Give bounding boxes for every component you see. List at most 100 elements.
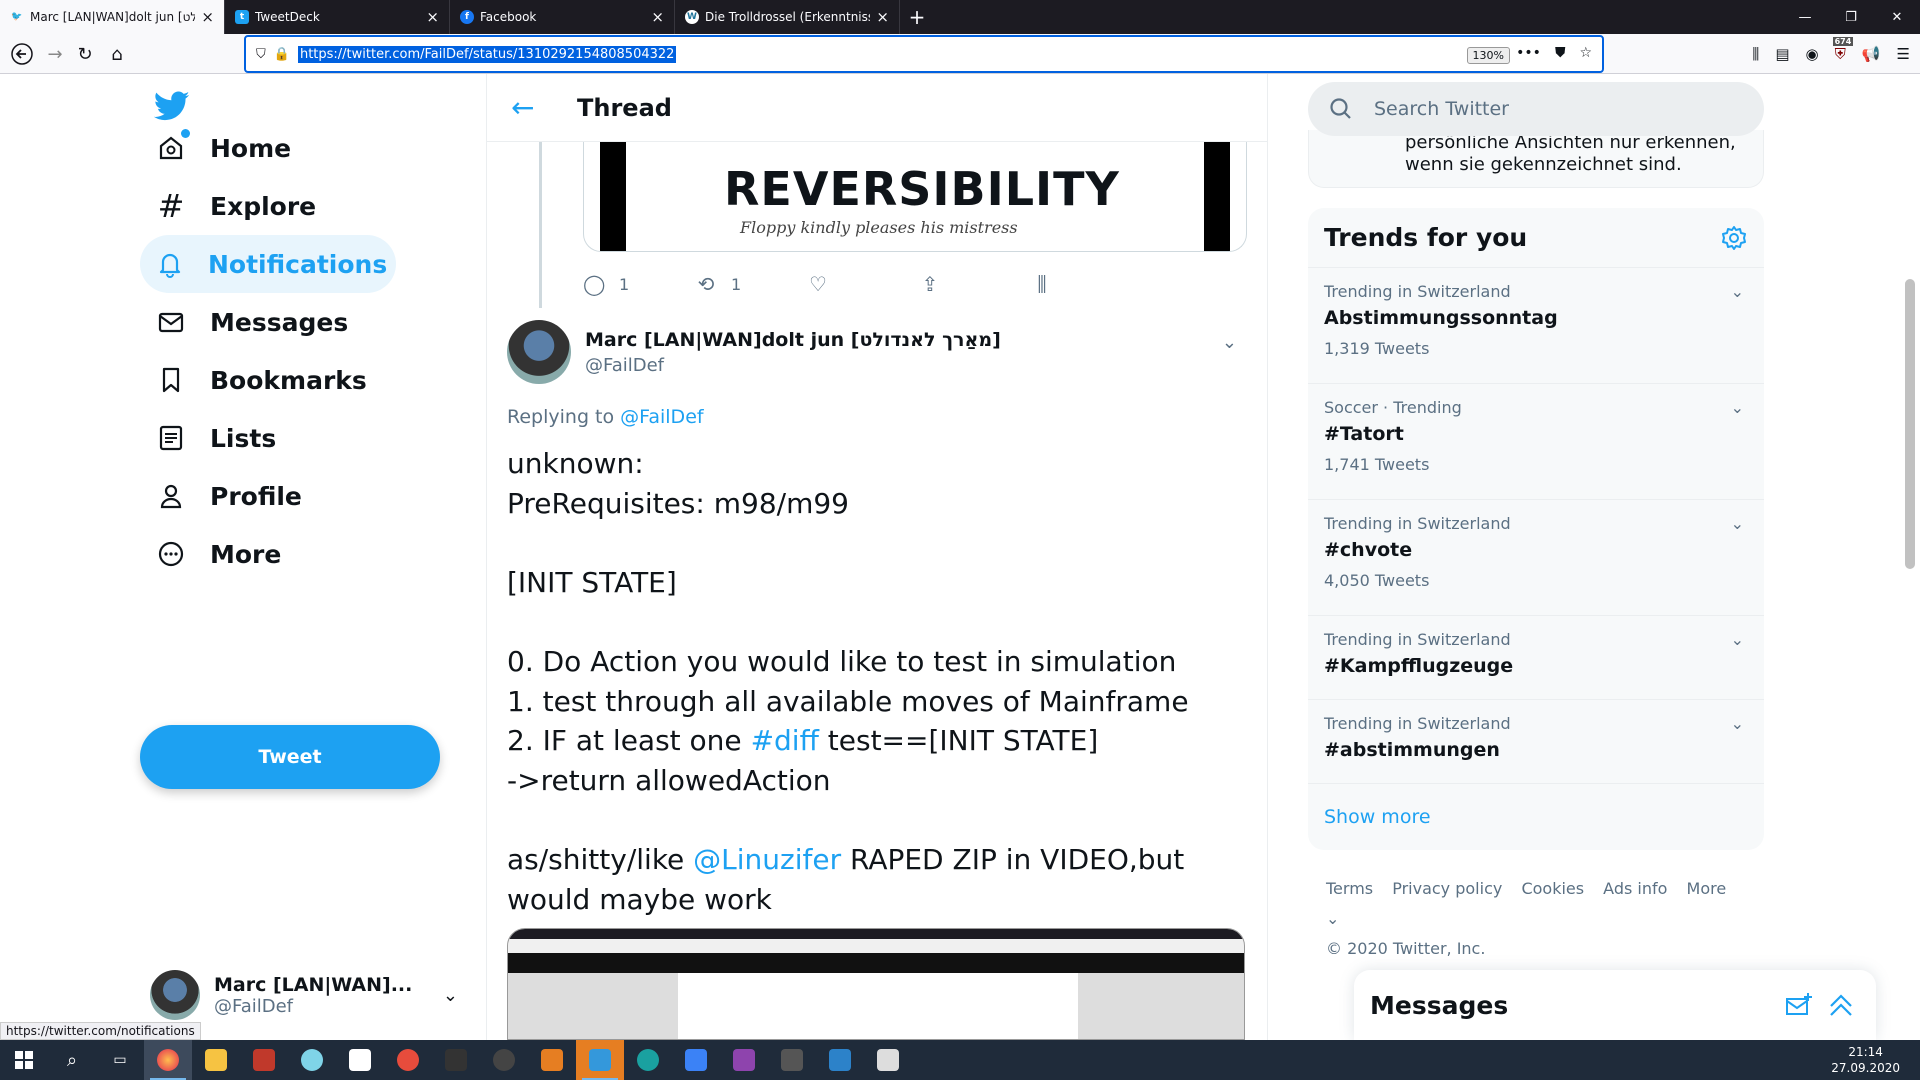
- new-message-icon[interactable]: [1784, 990, 1814, 1020]
- nav-bookmarks[interactable]: Bookmarks: [140, 351, 383, 409]
- chevron-down-icon[interactable]: ⌄: [1222, 332, 1237, 353]
- pocket-icon[interactable]: ⛊: [1555, 45, 1566, 61]
- sidebar-icon[interactable]: ▤: [1775, 45, 1789, 63]
- app-icon[interactable]: [336, 1040, 384, 1080]
- page-scrollbar[interactable]: [1900, 74, 1920, 1040]
- close-tab-icon[interactable]: ×: [426, 8, 439, 26]
- footer-link-privacy[interactable]: Privacy policy: [1392, 879, 1502, 898]
- close-tab-icon[interactable]: ×: [201, 8, 214, 26]
- nav-lists[interactable]: Lists: [140, 409, 292, 467]
- lock-icon[interactable]: 🔒: [274, 47, 290, 62]
- trend-item[interactable]: Trending in Switzerland #chvote 4,050 Tw…: [1308, 500, 1764, 616]
- obs-icon[interactable]: [480, 1040, 528, 1080]
- menu-icon[interactable]: ☰: [1897, 45, 1910, 63]
- chevron-down-icon[interactable]: ⌄: [1731, 282, 1744, 301]
- trend-item[interactable]: Trending in Switzerland #abstimmungen ⌄: [1308, 700, 1764, 784]
- nav-more[interactable]: More: [140, 525, 297, 583]
- app-icon[interactable]: [672, 1040, 720, 1080]
- trend-item[interactable]: Trending in Switzerland Abstimmungssonnt…: [1308, 268, 1764, 384]
- tweet-screenshot-image[interactable]: [507, 928, 1245, 1040]
- app-icon[interactable]: [288, 1040, 336, 1080]
- new-tab-button[interactable]: +: [900, 0, 934, 34]
- search-input[interactable]: Search Twitter: [1374, 98, 1509, 120]
- analytics-button[interactable]: ⫼: [1031, 272, 1143, 296]
- tab-title: Facebook: [480, 10, 537, 24]
- close-tab-icon[interactable]: ×: [651, 8, 664, 26]
- replying-to-link[interactable]: @FailDef: [620, 406, 703, 428]
- app-icon[interactable]: [528, 1040, 576, 1080]
- nav-explore[interactable]: # Explore: [140, 177, 332, 235]
- hashtag-link[interactable]: #diff: [751, 724, 819, 757]
- file-explorer-icon[interactable]: [192, 1040, 240, 1080]
- screenshot-content: [678, 973, 1078, 1039]
- ublock-icon[interactable]: ⛨ 674: [1832, 37, 1854, 63]
- close-window-icon[interactable]: ✕: [1874, 0, 1920, 34]
- show-more-link[interactable]: Show more: [1308, 784, 1764, 850]
- app-icon[interactable]: [864, 1040, 912, 1080]
- library-icon[interactable]: ⫼: [1752, 45, 1759, 63]
- zoom-level[interactable]: 130%: [1466, 47, 1510, 64]
- share-button[interactable]: ⇪: [919, 272, 1031, 296]
- footer-link-cookies[interactable]: Cookies: [1521, 879, 1584, 898]
- home-browser-icon[interactable]: ⌂: [102, 34, 132, 74]
- nav-home[interactable]: Home: [140, 119, 307, 177]
- app-icon[interactable]: [720, 1040, 768, 1080]
- footer-link-terms[interactable]: Terms: [1326, 879, 1373, 898]
- tab-twitter-thread[interactable]: 🐦 Marc [LAN|WAN]dolt jun [מאַרך לאנדולט …: [0, 0, 225, 34]
- tab-trolldrossel[interactable]: W Die Trolldrossel (Erkenntnisse d ×: [675, 0, 900, 34]
- shield-icon[interactable]: ⛉: [256, 47, 266, 62]
- trend-item[interactable]: Trending in Switzerland #Kampfflugzeuge …: [1308, 616, 1764, 700]
- nav-profile[interactable]: Profile: [140, 467, 318, 525]
- reload-icon[interactable]: ↻: [70, 34, 100, 74]
- search-icon[interactable]: ⌕: [48, 1040, 96, 1080]
- app-icon[interactable]: [816, 1040, 864, 1080]
- extension-icon[interactable]: 📢: [1862, 45, 1881, 63]
- tweet-button[interactable]: Tweet: [140, 725, 440, 789]
- voicemeeter-icon[interactable]: [240, 1040, 288, 1080]
- page-actions-icon[interactable]: •••: [1516, 45, 1541, 61]
- account-icon[interactable]: ◉: [1806, 45, 1819, 63]
- scrollbar-thumb[interactable]: [1905, 279, 1915, 569]
- back-arrow-icon[interactable]: ←: [511, 91, 551, 124]
- gear-icon[interactable]: [1720, 224, 1748, 252]
- system-clock[interactable]: 21:14 27.09.2020: [1831, 1044, 1900, 1076]
- chevron-down-icon[interactable]: ⌄: [1731, 714, 1744, 733]
- previous-tweet-image[interactable]: REVERSIBILITY Floppy kindly pleases his …: [583, 142, 1247, 252]
- restore-icon[interactable]: ❐: [1828, 0, 1874, 34]
- app-icon[interactable]: [384, 1040, 432, 1080]
- mention-link[interactable]: @Linuzifer: [693, 843, 841, 876]
- chevron-down-icon[interactable]: ⌄: [1731, 398, 1744, 417]
- trend-item[interactable]: Soccer · Trending #Tatort 1,741 Tweets ⌄: [1308, 384, 1764, 500]
- chevron-down-icon[interactable]: ⌄: [1731, 514, 1744, 533]
- retweet-button[interactable]: ⟲ 1: [695, 272, 807, 296]
- app-icon[interactable]: [768, 1040, 816, 1080]
- author-name[interactable]: Marc [LAN|WAN]dolt jun [מאַרך לאנדולט]: [585, 329, 1001, 351]
- reply-button[interactable]: ◯ 1: [583, 272, 695, 296]
- url-bar[interactable]: ⛉ 🔒 https://twitter.com/FailDef/status/1…: [244, 35, 1604, 73]
- close-tab-icon[interactable]: ×: [876, 8, 889, 26]
- footer-link-ads[interactable]: Ads info: [1603, 879, 1667, 898]
- firefox-icon[interactable]: [144, 1040, 192, 1080]
- star-icon[interactable]: ☆: [1579, 45, 1592, 61]
- nav-notifications[interactable]: Notifications: [140, 235, 396, 293]
- back-icon[interactable]: [4, 34, 40, 74]
- minimize-icon[interactable]: —: [1782, 0, 1828, 34]
- tab-facebook[interactable]: f Facebook ×: [450, 0, 675, 34]
- app-icon[interactable]: [576, 1040, 624, 1080]
- windows-start-icon[interactable]: [0, 1040, 48, 1080]
- account-switcher[interactable]: Marc [LAN|WAN]... @FailDef ⌄: [150, 962, 470, 1028]
- ableton-live-icon[interactable]: [432, 1040, 480, 1080]
- like-button[interactable]: ♡: [807, 272, 919, 296]
- forward-icon[interactable]: →: [40, 34, 70, 74]
- double-chevron-up-icon[interactable]: [1826, 990, 1856, 1020]
- nav-messages[interactable]: Messages: [140, 293, 364, 351]
- chevron-down-icon[interactable]: ⌄: [1731, 630, 1744, 649]
- messages-drawer[interactable]: Messages: [1354, 970, 1876, 1040]
- tab-tweetdeck[interactable]: t TweetDeck ×: [225, 0, 450, 34]
- edge-icon[interactable]: [624, 1040, 672, 1080]
- task-view-icon[interactable]: ▭: [96, 1040, 144, 1080]
- author-handle[interactable]: @FailDef: [585, 355, 1001, 376]
- url-text[interactable]: https://twitter.com/FailDef/status/13102…: [297, 45, 677, 63]
- search-box[interactable]: Search Twitter: [1308, 82, 1764, 136]
- avatar[interactable]: [507, 320, 571, 384]
